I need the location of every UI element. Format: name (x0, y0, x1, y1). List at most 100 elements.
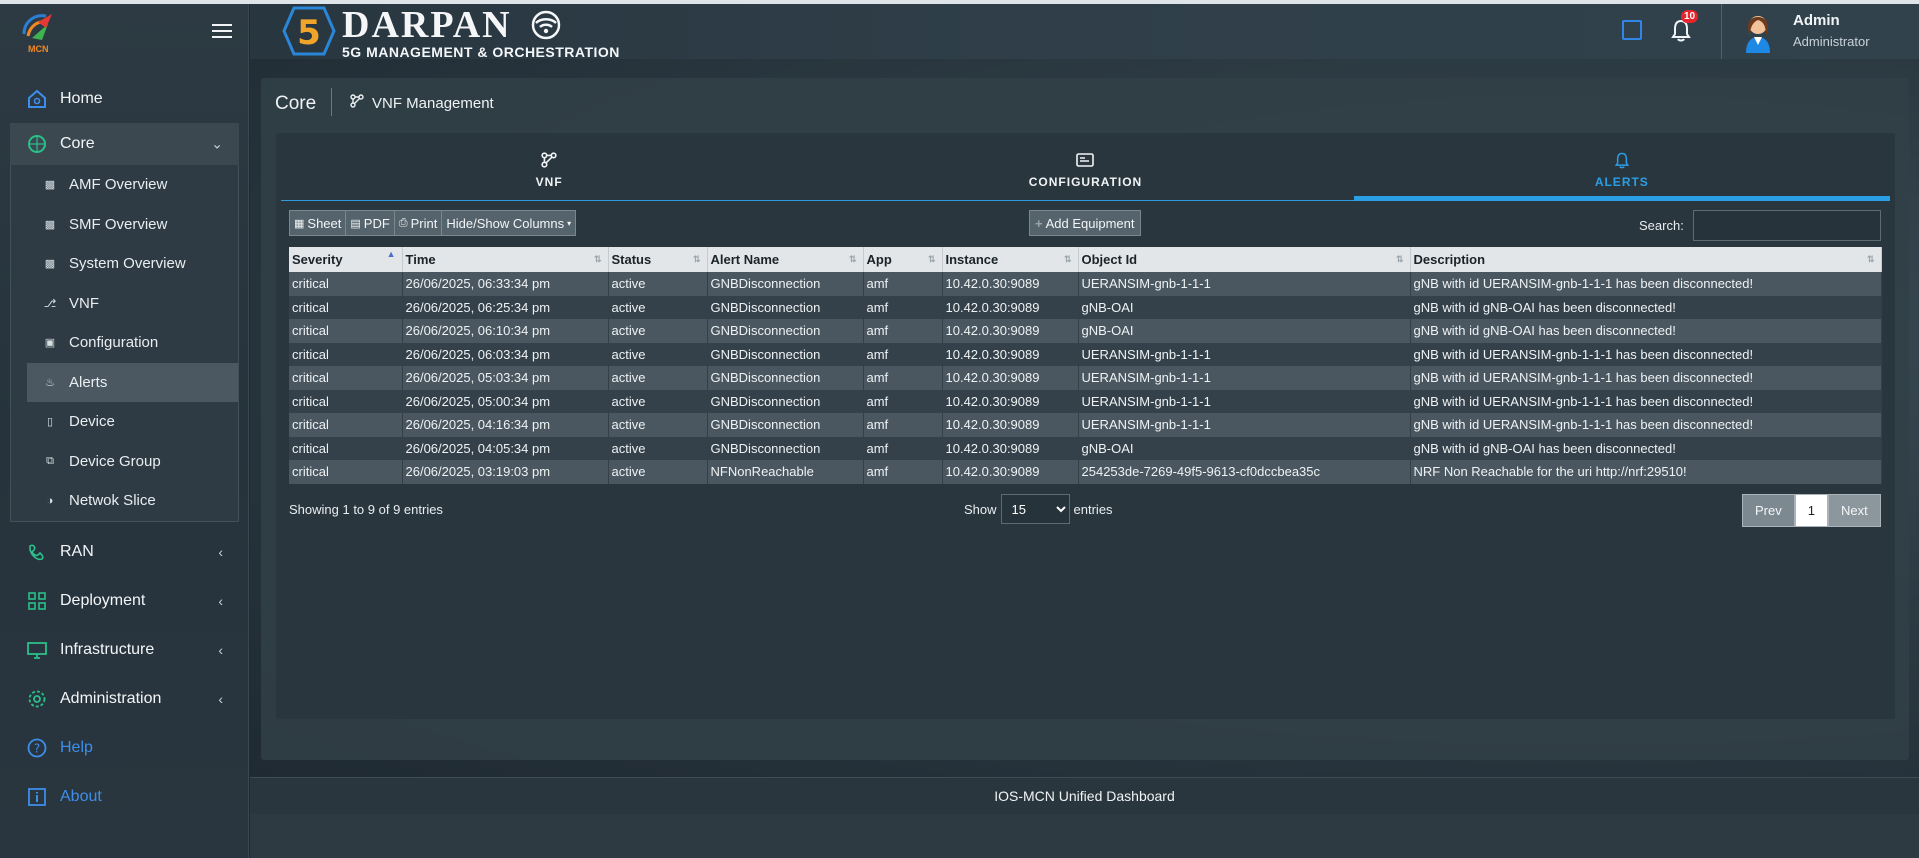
sidebar-item-help[interactable]: ? Help (10, 724, 239, 773)
sidebar-item-smf-overview[interactable]: ▩ SMF Overview (27, 205, 238, 245)
table-cell: GNBDisconnection (707, 389, 864, 413)
export-sheet-button[interactable]: ▦ Sheet (289, 210, 347, 236)
table-row[interactable]: critical 26/06/2025, 04:05:34 pm active GNB… (289, 436, 1882, 460)
table-cell: gNB with id UERANSIM-gnb-1-1-1 has been … (1410, 389, 1882, 413)
sidebar-item-administration[interactable]: Administration ‹ (10, 675, 239, 724)
table-cell: GNBDisconnection (707, 413, 864, 437)
print-button[interactable]: ⎙ Print (394, 210, 443, 236)
table-cell: gNB-OAI (1078, 295, 1411, 319)
sidebar-item-about[interactable]: About (10, 773, 239, 822)
sidebar-item-vnf[interactable]: ⎇ VNF (27, 284, 238, 324)
column-header-app[interactable]: App ⇅ (863, 247, 943, 272)
table-row[interactable]: critical 26/06/2025, 06:25:34 pm active GNB… (289, 295, 1882, 319)
file-icon: ▤ (350, 217, 361, 230)
core-submenu: ▩ AMF Overview ▩ SMF Overview ▩ System O… (10, 165, 239, 522)
notification-count-badge: 10 (1681, 10, 1699, 23)
table-row[interactable]: critical 26/06/2025, 06:33:34 pm active GNB… (289, 272, 1882, 296)
sidebar-item-configuration[interactable]: ▣ Configuration (27, 323, 238, 363)
button-label: PDF (363, 215, 390, 231)
table-cell: GNBDisconnection (707, 295, 864, 319)
column-header-instance[interactable]: Instance ⇅ (942, 247, 1079, 272)
table-row[interactable]: critical 26/06/2025, 06:03:34 pm active GNB… (289, 342, 1882, 366)
user-name[interactable]: Admin (1793, 12, 1840, 29)
card-icon (1076, 149, 1095, 171)
tab-configuration[interactable]: CONFIGURATION (817, 137, 1353, 200)
next-page-button[interactable]: Next (1827, 494, 1881, 527)
logo-text: MCN (28, 44, 49, 54)
table-row[interactable]: critical 26/06/2025, 03:19:03 pm active NFN… (289, 460, 1882, 484)
tab-alerts[interactable]: ALERTS (1353, 137, 1891, 201)
breadcrumb[interactable]: VNF Management (350, 94, 494, 112)
sidebar-item-device-group[interactable]: ⧉ Device Group (27, 442, 238, 482)
table-cell: amf (863, 295, 943, 319)
bell-icon: ♨ (45, 376, 55, 389)
add-equipment-button[interactable]: + Add Equipment (1029, 210, 1141, 236)
home-icon (26, 88, 48, 110)
column-header-time[interactable]: Time ⇅ (402, 247, 609, 272)
table-cell: gNB with id UERANSIM-gnb-1-1-1 has been … (1410, 366, 1882, 390)
column-header-object-id[interactable]: Object Id ⇅ (1078, 247, 1411, 272)
chevron-left-icon: ‹ (218, 544, 223, 560)
table-row[interactable]: critical 26/06/2025, 04:16:34 pm active GNB… (289, 413, 1882, 437)
sort-icon: ⇅ (1395, 254, 1404, 264)
sidebar-item-deployment[interactable]: Deployment ‹ (10, 577, 239, 626)
breadcrumb-section[interactable]: Core (275, 93, 316, 115)
sidebar-item-infrastructure[interactable]: Infrastructure ‹ (10, 626, 239, 675)
bar-chart-icon: ▩ (44, 179, 56, 192)
wifi-emblem-icon (531, 10, 560, 40)
column-header-status[interactable]: Status ⇅ (608, 247, 708, 272)
submenu-label: System Overview (69, 255, 186, 273)
sidebar-item-core[interactable]: Core ⌄ (10, 123, 239, 165)
brand-five-icon: 5 (282, 6, 336, 56)
sidebar-item-system-overview[interactable]: ▩ System Overview (27, 244, 238, 284)
search-input[interactable] (1693, 210, 1881, 241)
sort-icon: ⇅ (848, 254, 857, 264)
table-cell: critical (289, 366, 403, 390)
brand-logo[interactable]: 5 DARPAN 5G MANAGEMENT & ORCHESTRATION (280, 6, 620, 60)
table-cell: critical (289, 436, 403, 460)
page-length-select[interactable]: 15 (1000, 494, 1070, 524)
sidebar-item-label: About (60, 788, 102, 805)
table-cell: critical (289, 272, 403, 296)
tab-vnf[interactable]: VNF (281, 137, 817, 200)
column-header-alert-name[interactable]: Alert Name ⇅ (707, 247, 864, 272)
tab-bar: VNF CONFIGURATION ALERTS (281, 137, 1891, 201)
submenu-label: AMF Overview (69, 176, 168, 194)
table-cell: amf (863, 460, 943, 484)
menu-toggle-icon[interactable] (212, 24, 232, 40)
column-header-description[interactable]: Description ⇅ (1410, 247, 1882, 272)
table-cell: critical (289, 342, 403, 366)
table-row[interactable]: critical 26/06/2025, 05:03:34 pm active GNB… (289, 366, 1882, 390)
table-cell: gNB-OAI (1078, 436, 1411, 460)
sort-icon: ⇅ (692, 254, 701, 264)
sidebar-item-amf-overview[interactable]: ▩ AMF Overview (27, 165, 238, 205)
sidebar-item-home[interactable]: Home (10, 74, 239, 123)
prev-page-button[interactable]: Prev (1742, 494, 1795, 527)
table-cell: critical (289, 319, 403, 343)
show-label: Show (964, 501, 997, 517)
table-row[interactable]: critical 26/06/2025, 06:10:34 pm active GNB… (289, 319, 1882, 343)
chevron-left-icon: ‹ (218, 642, 223, 658)
footer-text: IOS-MCN Unified Dashboard (994, 788, 1175, 804)
table-row[interactable]: critical 26/06/2025, 05:00:34 pm active GNB… (289, 389, 1882, 413)
page-footer: IOS-MCN Unified Dashboard (250, 777, 1919, 814)
export-pdf-button[interactable]: ▤ PDF (346, 210, 395, 236)
table-cell: 26/06/2025, 03:19:03 pm (402, 460, 609, 484)
sidebar-item-device[interactable]: ▯ Device (27, 402, 238, 442)
notification-bell-icon[interactable]: 10 (1670, 10, 1699, 42)
button-label: Print (410, 215, 438, 231)
page-1-button[interactable]: 1 (1794, 494, 1828, 527)
column-visibility-button[interactable]: Hide/Show Columns ▾ (442, 210, 577, 236)
sidebar-item-alerts[interactable]: ♨ Alerts (27, 362, 238, 402)
mcn-logo[interactable]: MCN (18, 10, 58, 56)
sidebar-item-network-slice[interactable]: ◑ Netwok Slice (27, 481, 238, 521)
table-cell: gNB with id UERANSIM-gnb-1-1-1 has been … (1410, 272, 1882, 296)
fullscreen-icon[interactable] (1622, 20, 1642, 40)
column-header-severity[interactable]: Severity ▲ (289, 247, 403, 272)
sidebar-item-ran[interactable]: RAN ‹ (10, 528, 239, 577)
table-info: Showing 1 to 9 of 9 entries (289, 502, 443, 517)
branch-icon (350, 94, 364, 112)
sidebar-item-label: Administration (60, 690, 162, 707)
table-cell: amf (863, 436, 943, 460)
user-avatar[interactable] (1740, 9, 1776, 53)
